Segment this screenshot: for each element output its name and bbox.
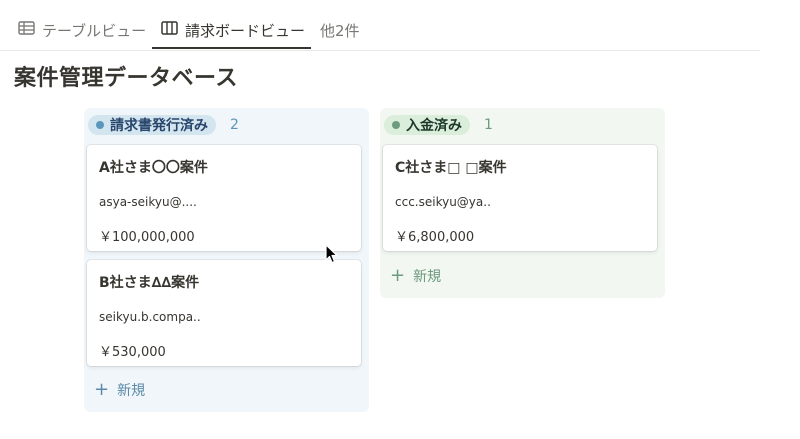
tab-label: 請求ボードビュー — [185, 21, 306, 40]
status-dot-icon — [96, 121, 104, 129]
card-title: A社さま〇〇案件 — [99, 160, 208, 176]
column-count: 1 — [484, 117, 493, 133]
card-title: B社さま∆∆案件 — [99, 275, 200, 291]
tab-board-view[interactable]: 請求ボードビュー — [161, 12, 305, 48]
column-label: 請求書発行済み — [110, 118, 208, 134]
card-title: C社さま□ □案件 — [395, 160, 507, 176]
card-email: ccc.seikyu@ya.. — [395, 195, 491, 209]
plus-icon: + — [94, 379, 110, 400]
board-card[interactable]: B社さま∆∆案件 seikyu.b.compa.. ￥530,000 — [87, 260, 361, 366]
add-card-label: 新規 — [413, 269, 442, 285]
status-dot-icon — [392, 121, 400, 129]
board-card[interactable]: A社さま〇〇案件 asya-seikyu@.... ￥100,000,000 — [87, 145, 361, 251]
card-amount: ￥6,800,000 — [395, 230, 475, 245]
plus-icon: + — [390, 265, 406, 286]
view-tabs: テーブルビュー 請求ボードビュー 他2件 — [0, 0, 760, 51]
board-icon — [161, 21, 178, 39]
add-card-button[interactable]: + 新規 — [94, 380, 145, 400]
card-amount: ￥100,000,000 — [99, 230, 195, 245]
board-column-paid: 入金済み 1 C社さま□ □案件 ccc.seikyu@ya.. ￥6,800,… — [380, 108, 665, 298]
add-card-label: 新規 — [117, 383, 146, 399]
tab-table-view[interactable]: テーブルビュー — [18, 12, 146, 48]
tab-more-views[interactable]: 他2件 — [320, 12, 360, 48]
column-header[interactable]: 請求書発行済み 2 — [88, 114, 239, 136]
mouse-pointer-icon — [325, 244, 339, 268]
column-label: 入金済み — [406, 118, 462, 134]
tab-label: 他2件 — [320, 21, 360, 40]
page-title: 案件管理データベース — [14, 66, 238, 91]
card-email: asya-seikyu@.... — [99, 195, 197, 209]
board-card[interactable]: C社さま□ □案件 ccc.seikyu@ya.. ￥6,800,000 — [383, 145, 657, 251]
tab-label: テーブルビュー — [42, 21, 147, 40]
table-icon — [18, 21, 35, 39]
column-header[interactable]: 入金済み 1 — [384, 114, 493, 136]
add-card-button[interactable]: + 新規 — [390, 266, 441, 286]
status-badge: 請求書発行済み — [88, 115, 216, 135]
card-amount: ￥530,000 — [99, 345, 166, 360]
card-email: seikyu.b.compa.. — [99, 310, 201, 324]
status-badge: 入金済み — [384, 115, 470, 135]
active-tab-indicator — [152, 47, 311, 49]
column-count: 2 — [230, 117, 239, 133]
